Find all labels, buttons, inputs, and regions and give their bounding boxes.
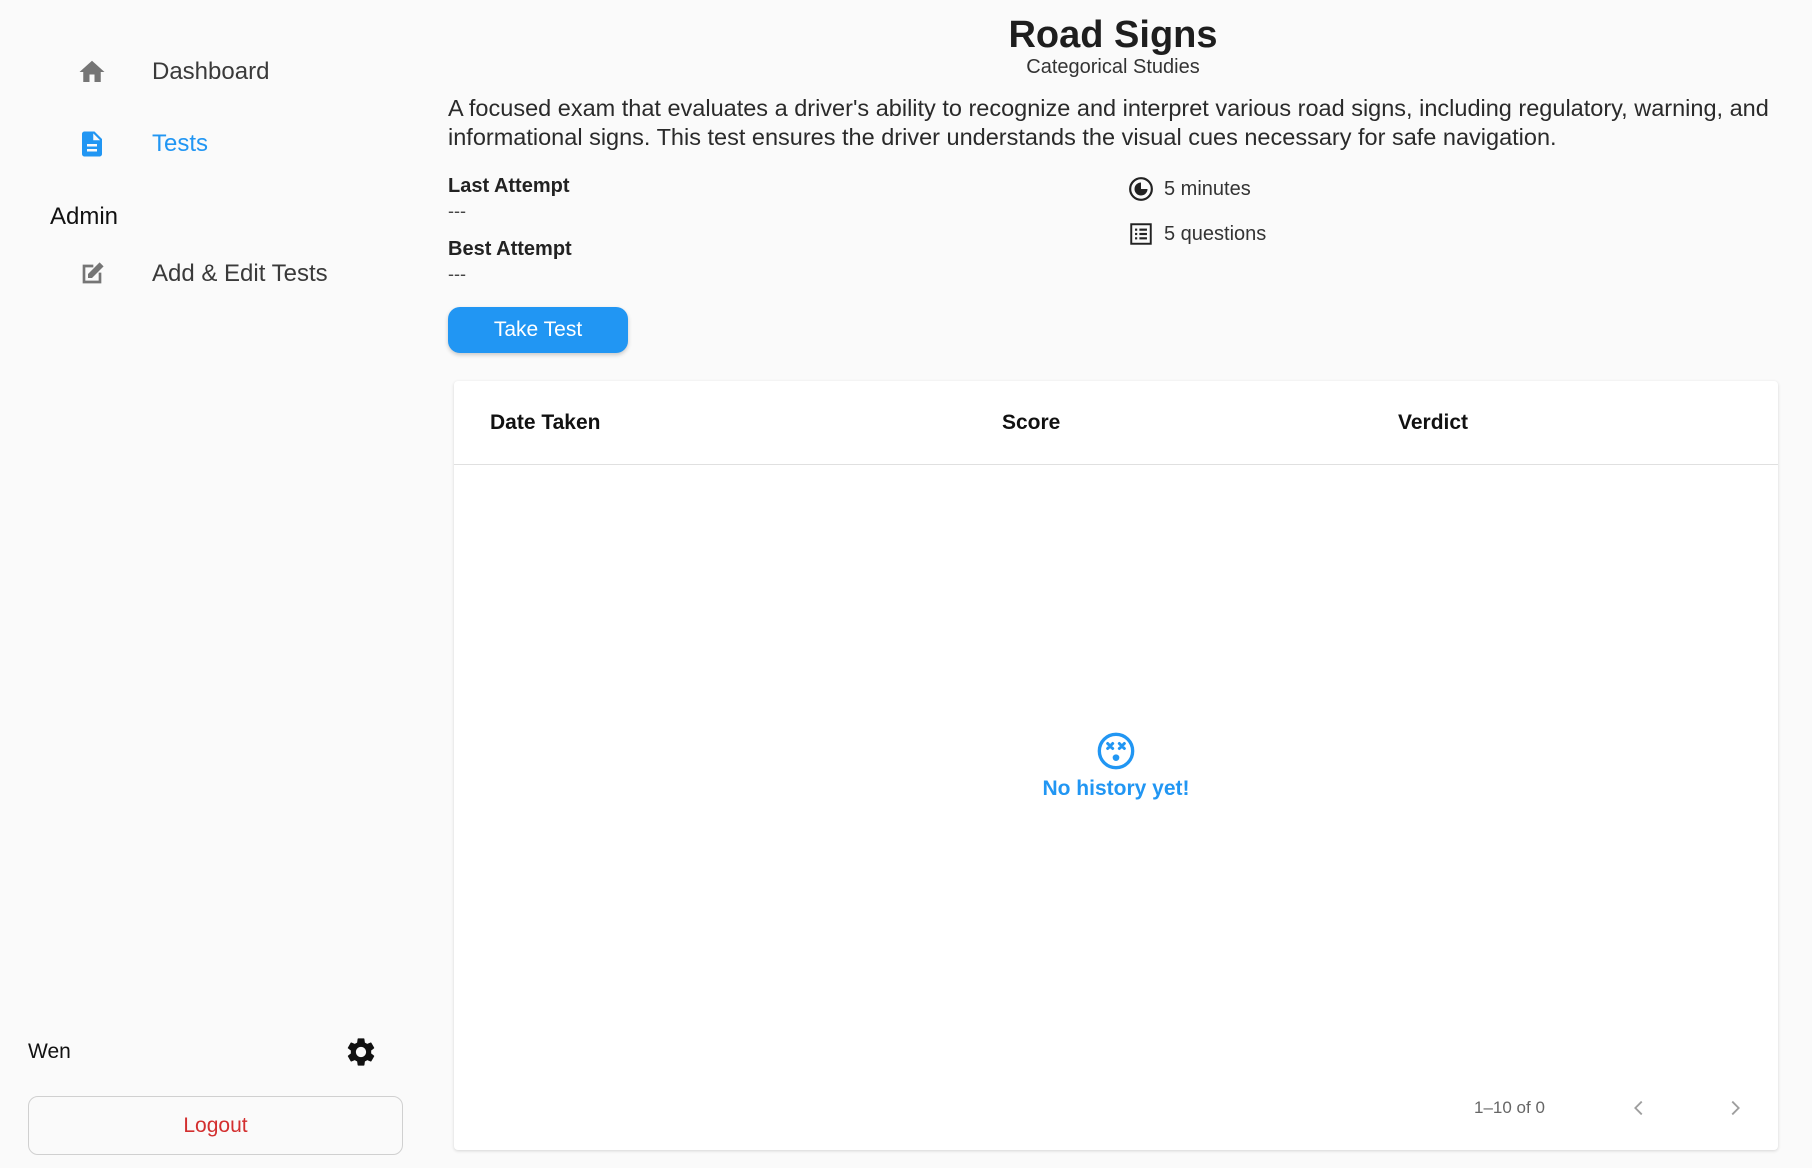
table-header: Date Taken Score Verdict: [454, 381, 1778, 465]
edit-icon: [76, 258, 108, 290]
timer-icon: [1128, 176, 1154, 202]
column-header-verdict[interactable]: Verdict: [1398, 411, 1468, 435]
history-table: Date Taken Score Verdict No history yet!…: [454, 381, 1778, 1150]
chevron-right-icon: [1731, 1100, 1740, 1116]
column-header-score[interactable]: Score: [1002, 411, 1060, 435]
previous-page-button[interactable]: [1624, 1093, 1654, 1123]
column-header-date-taken[interactable]: Date Taken: [490, 411, 601, 435]
test-description: A focused exam that evaluates a driver's…: [448, 95, 1769, 150]
empty-message: No history yet!: [1042, 777, 1190, 800]
page-title: Road Signs: [1008, 14, 1218, 56]
last-attempt-value: ---: [448, 201, 466, 221]
duration-text: 5 minutes: [1164, 177, 1251, 200]
questions-text: 5 questions: [1164, 222, 1267, 245]
admin-section-title: Admin: [50, 203, 119, 230]
logout-button[interactable]: Logout: [28, 1096, 403, 1155]
chevron-left-icon: [1634, 1100, 1643, 1116]
sidebar-item-label: Tests: [152, 130, 209, 157]
home-icon: [76, 56, 108, 88]
best-attempt-value: ---: [448, 264, 466, 284]
user-name: Wen: [28, 1040, 71, 1063]
last-attempt-label: Last Attempt: [448, 175, 570, 197]
best-attempt-label: Best Attempt: [448, 238, 572, 260]
sidebar-item-label: Add & Edit Tests: [152, 260, 328, 287]
next-page-button[interactable]: [1720, 1093, 1750, 1123]
empty-state: No history yet!: [454, 731, 1778, 801]
document-icon: [76, 128, 108, 160]
sidebar-item-label: Dashboard: [152, 58, 270, 85]
sidebar-item-dashboard[interactable]: Dashboard: [0, 40, 430, 104]
take-test-button[interactable]: Take Test: [448, 307, 628, 353]
settings-gear-icon[interactable]: [344, 1035, 378, 1069]
test-category: Categorical Studies: [1026, 56, 1200, 78]
sidebar: Dashboard Tests Admin Add & Edit Tests W…: [0, 0, 430, 1168]
sidebar-item-tests[interactable]: Tests: [0, 112, 430, 176]
pagination-text: 1–10 of 0: [1474, 1098, 1545, 1117]
duration-info: 5 minutes: [1128, 176, 1251, 202]
questions-info: 5 questions: [1128, 221, 1266, 247]
main-content: Road Signs Categorical Studies A focused…: [448, 0, 1778, 1168]
dizzy-face-icon: [1096, 731, 1136, 771]
sidebar-item-add-edit-tests[interactable]: Add & Edit Tests: [0, 242, 430, 306]
list-icon: [1128, 221, 1154, 247]
